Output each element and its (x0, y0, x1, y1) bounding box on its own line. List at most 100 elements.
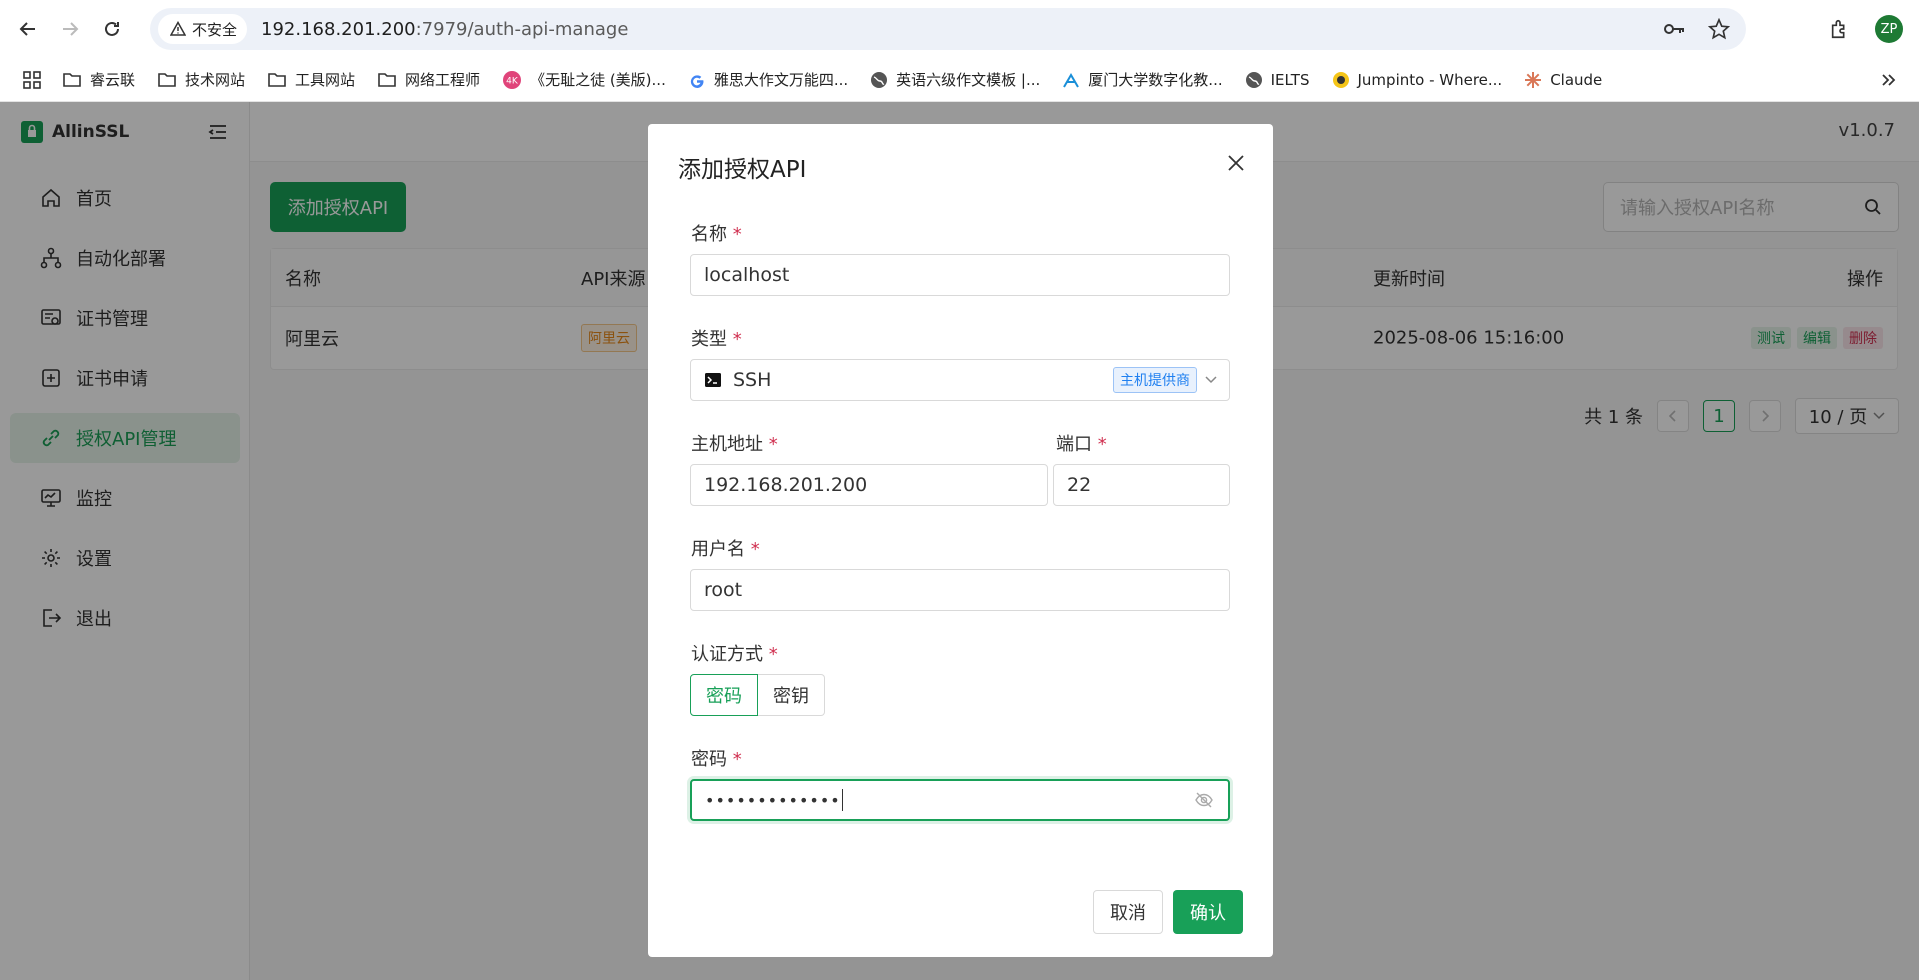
apps-grid-icon[interactable] (22, 70, 42, 90)
terminal-icon (705, 373, 721, 387)
required-mark: * (732, 329, 742, 350)
confirm-button[interactable]: 确认 (1173, 890, 1243, 934)
jumpinto-icon (1332, 71, 1349, 88)
bookmark-item[interactable]: 英语六级作文模板 |... (870, 69, 1040, 90)
bookmark-label: Jumpinto - Where... (1357, 70, 1503, 89)
bookmark-item[interactable]: 厦门大学数字化教... (1062, 69, 1223, 90)
required-mark: * (768, 434, 778, 455)
port-label: 端口 * (1056, 430, 1107, 456)
password-input[interactable]: ••••••••••••• (690, 779, 1230, 821)
folder-icon (63, 72, 81, 87)
bookmark-item[interactable]: Jumpinto - Where... (1332, 70, 1503, 89)
folder-icon (378, 72, 396, 87)
profile-avatar[interactable]: ZP (1875, 15, 1903, 43)
name-value: localhost (704, 264, 790, 286)
bookmark-label: Claude (1550, 70, 1603, 89)
bookmark-label: 英语六级作文模板 |... (896, 71, 1041, 89)
username-value: root (704, 579, 743, 601)
back-button[interactable] (14, 15, 42, 43)
svg-text:4K: 4K (506, 76, 519, 86)
username-label-text: 用户名 (691, 539, 745, 560)
password-label: 密码 * (691, 745, 742, 771)
text-cursor (841, 789, 844, 811)
back-arrow-icon (19, 22, 35, 36)
browser-toolbar: 不安全 192.168.201.200:7979/auth-api-manage… (0, 0, 1919, 58)
bookmark-label: 雅思大作文万能四... (713, 71, 849, 89)
type-label: 类型 * (691, 325, 742, 351)
username-input[interactable]: root (690, 569, 1230, 611)
username-label: 用户名 * (691, 535, 760, 561)
extensions-icon[interactable] (1829, 18, 1851, 40)
bookmark-label: 网络工程师 (405, 71, 481, 89)
bookmark-label: 睿云联 (90, 71, 136, 89)
auth-method-label: 认证方式 * (691, 640, 778, 666)
cancel-button[interactable]: 取消 (1093, 890, 1163, 934)
bookmark-label: IELTS (1270, 70, 1310, 89)
password-label-text: 密码 (691, 749, 727, 770)
name-label-text: 名称 (691, 224, 727, 245)
host-input[interactable]: 192.168.201.200 (690, 464, 1048, 506)
security-label: 不安全 (192, 20, 238, 39)
password-value: ••••••••••••• (705, 790, 841, 810)
claude-icon (1525, 71, 1542, 88)
chevron-down-icon (1205, 376, 1217, 384)
forward-arrow-icon (63, 22, 79, 36)
globe-icon (1245, 71, 1262, 88)
auth-label-text: 认证方式 (691, 644, 763, 665)
bookmark-item[interactable]: 网络工程师 (377, 69, 480, 90)
port-input[interactable]: 22 (1053, 464, 1230, 506)
security-chip[interactable]: 不安全 (158, 14, 248, 44)
reload-button[interactable] (98, 15, 126, 43)
required-mark: * (750, 539, 760, 560)
url-text: 192.168.201.200:7979/auth-api-manage (261, 19, 628, 40)
bookmark-item[interactable]: 睿云联 (62, 69, 135, 90)
more-bookmarks-icon[interactable] (1879, 71, 1897, 89)
bookmarks-bar: 睿云联 技术网站 工具网站 网络工程师 4K 《无耻之徒 (美版)... 雅思大作… (0, 58, 1919, 102)
bookmark-item[interactable]: 4K 《无耻之徒 (美版)... (502, 69, 666, 90)
close-icon[interactable] (1227, 154, 1245, 172)
warning-icon (170, 21, 186, 36)
auth-password-option[interactable]: 密码 (690, 674, 758, 716)
reload-icon (105, 21, 119, 36)
google-icon (690, 74, 704, 88)
key-icon[interactable] (1662, 17, 1686, 41)
type-label-text: 类型 (691, 329, 727, 350)
host-label-text: 主机地址 (691, 434, 763, 455)
host-provider-tag: 主机提供商 (1113, 367, 1197, 393)
bookmark-item[interactable]: Claude (1524, 71, 1602, 89)
port-value: 22 (1067, 474, 1092, 496)
add-auth-api-dialog: 添加授权API 名称 * localhost 类型 * SSH 主机提供商 主机… (648, 124, 1273, 957)
host-value: 192.168.201.200 (704, 474, 868, 496)
folder-icon (268, 72, 286, 87)
name-label: 名称 * (691, 220, 742, 246)
dialog-title: 添加授权API (678, 157, 807, 183)
bookmark-label: 《无耻之徒 (美版)... (530, 71, 666, 89)
bookmark-label: 技术网站 (185, 71, 246, 89)
required-mark: * (768, 644, 778, 665)
auth-method-toggle: 密码 密钥 (690, 674, 825, 716)
port-label-text: 端口 (1056, 434, 1092, 455)
forward-button[interactable] (56, 15, 84, 43)
xmu-icon (1063, 72, 1080, 88)
bookmark-item[interactable]: 雅思大作文万能四... (688, 69, 848, 90)
type-select[interactable]: SSH 主机提供商 (690, 359, 1230, 401)
required-mark: * (732, 749, 742, 770)
bookmark-item[interactable]: 技术网站 (157, 69, 245, 90)
eye-off-icon[interactable] (1194, 791, 1214, 809)
auth-key-option[interactable]: 密钥 (758, 674, 825, 716)
folder-icon (158, 72, 176, 87)
star-icon[interactable] (1708, 18, 1730, 40)
bookmark-label: 工具网站 (295, 71, 356, 89)
required-mark: * (1097, 434, 1107, 455)
name-input[interactable]: localhost (690, 254, 1230, 296)
4k-icon: 4K (503, 70, 522, 89)
host-label: 主机地址 * (691, 430, 778, 456)
bookmark-label: 厦门大学数字化教... (1088, 71, 1223, 89)
required-mark: * (732, 224, 742, 245)
address-bar[interactable]: 不安全 192.168.201.200:7979/auth-api-manage (150, 8, 1746, 50)
bookmark-item[interactable]: IELTS (1245, 71, 1310, 89)
url-host: 192.168.201.200 (261, 18, 416, 40)
globe-icon (871, 71, 888, 88)
bookmark-item[interactable]: 工具网站 (267, 69, 355, 90)
type-value: SSH (733, 369, 772, 391)
